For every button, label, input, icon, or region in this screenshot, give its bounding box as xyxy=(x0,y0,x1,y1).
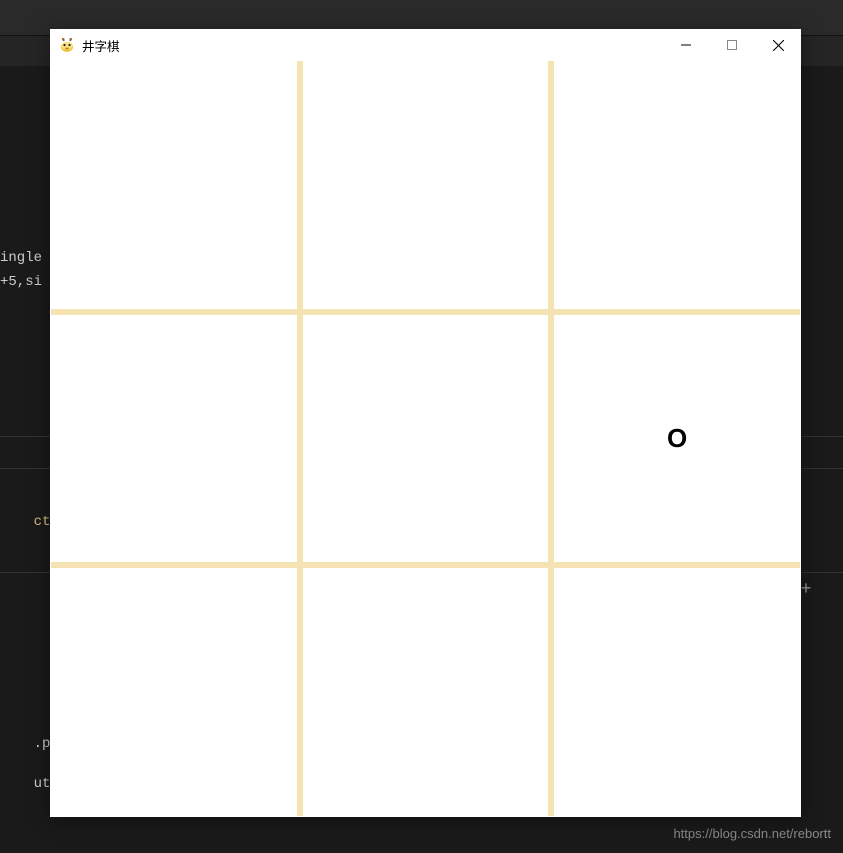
code-text: +5,si xyxy=(0,274,42,290)
code-text: ct xyxy=(34,514,51,530)
window-title: 井字棋 xyxy=(82,36,120,55)
watermark-text: https://blog.csdn.net/rebortt xyxy=(673,826,831,841)
app-icon xyxy=(58,36,76,54)
close-button[interactable] xyxy=(755,29,801,61)
window-controls xyxy=(663,29,801,61)
window-titlebar[interactable]: 井字棋 xyxy=(50,29,801,61)
cell-2-1[interactable] xyxy=(303,568,549,816)
code-text: ingle xyxy=(0,250,42,266)
board-container: O xyxy=(50,61,801,817)
terminal-actions: + xyxy=(801,580,833,600)
cell-2-0[interactable] xyxy=(51,568,297,816)
tic-tac-toe-board: O xyxy=(51,61,800,816)
minimize-icon xyxy=(681,40,691,50)
cell-0-2[interactable] xyxy=(554,61,800,309)
maximize-button[interactable] xyxy=(709,29,755,61)
close-icon xyxy=(773,40,784,51)
cell-2-2[interactable] xyxy=(554,568,800,816)
cell-1-1[interactable] xyxy=(303,315,549,563)
minimize-button[interactable] xyxy=(663,29,709,61)
maximize-icon xyxy=(727,40,737,50)
terminal-add-icon[interactable]: + xyxy=(801,580,812,600)
cell-0-1[interactable] xyxy=(303,61,549,309)
cell-1-2[interactable]: O xyxy=(554,315,800,563)
cell-1-0[interactable] xyxy=(51,315,297,563)
cell-0-0[interactable] xyxy=(51,61,297,309)
game-window: 井字棋 xyxy=(50,29,801,817)
